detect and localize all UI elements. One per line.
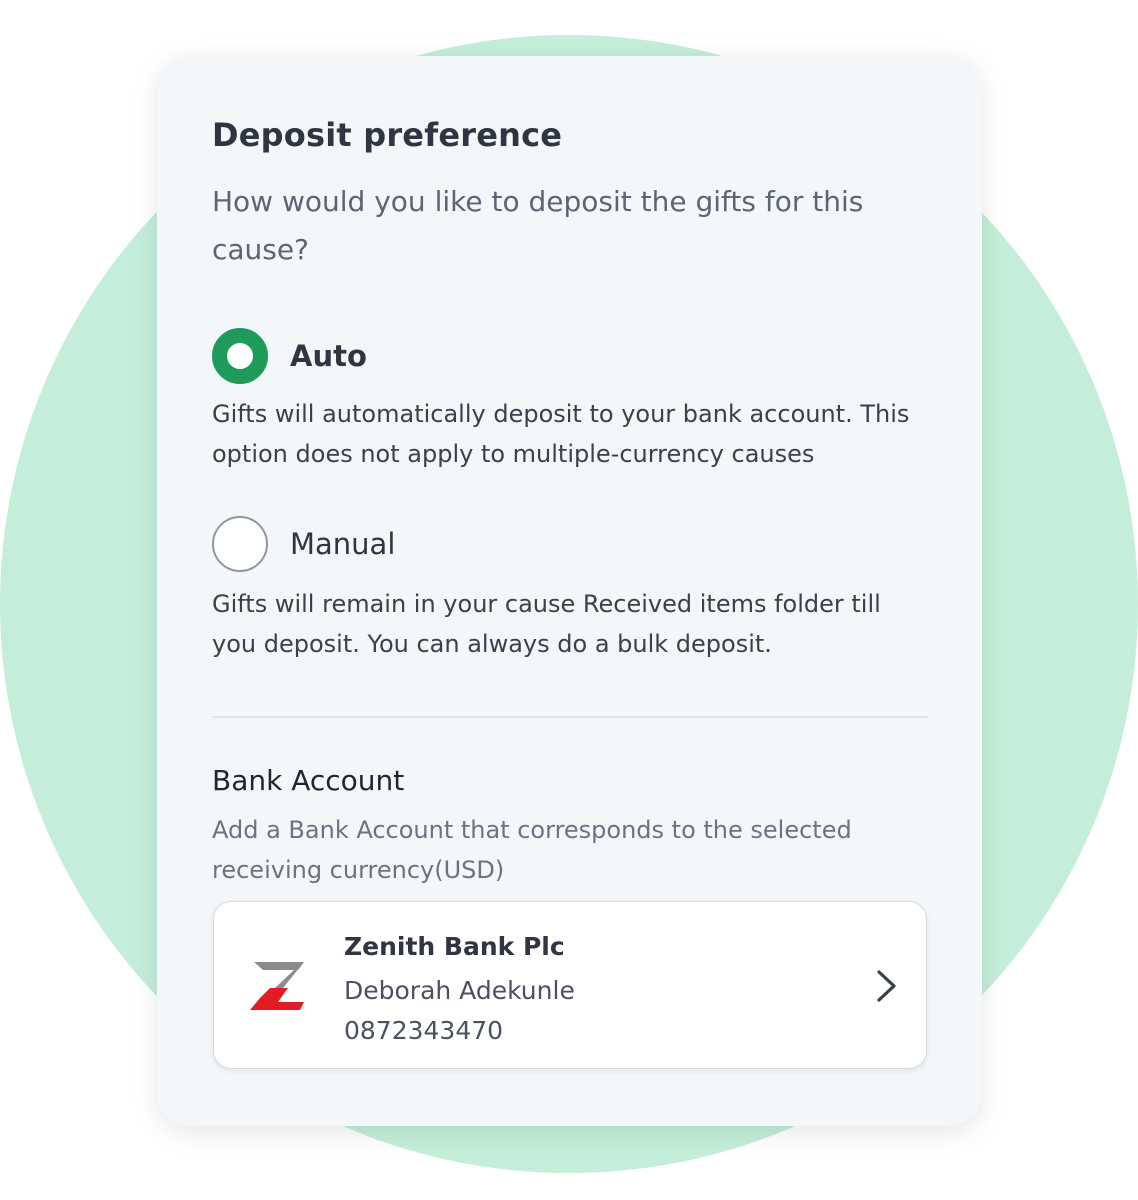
page-title: Deposit preference — [212, 116, 563, 154]
zenith-bank-logo-icon — [250, 962, 304, 1010]
deposit-preference-card: Deposit preference How would you like to… — [157, 56, 982, 1126]
radio-auto[interactable] — [212, 328, 268, 384]
radio-manual[interactable] — [212, 516, 268, 572]
chevron-right-icon[interactable] — [874, 968, 900, 1004]
bank-account-title: Bank Account — [212, 764, 405, 797]
option-auto-description: Gifts will automatically deposit to your… — [212, 400, 910, 468]
option-manual-label: Manual — [290, 527, 396, 561]
section-divider — [212, 716, 928, 718]
bank-account-description: Add a Bank Account that corresponds to t… — [212, 816, 852, 884]
bank-name: Zenith Bank Plc — [344, 932, 565, 961]
page-subtitle: How would you like to deposit the gifts … — [212, 185, 864, 266]
account-holder-name: Deborah Adekunle — [344, 976, 575, 1005]
account-number: 0872343470 — [344, 1016, 504, 1045]
option-manual-description: Gifts will remain in your cause Received… — [212, 590, 881, 658]
option-auto-label: Auto — [290, 339, 367, 373]
option-auto[interactable]: Auto — [212, 328, 367, 384]
stage: Deposit preference How would you like to… — [0, 0, 1138, 1200]
bank-account-card[interactable]: Zenith Bank Plc Deborah Adekunle 0872343… — [213, 901, 927, 1069]
option-manual[interactable]: Manual — [212, 516, 395, 572]
